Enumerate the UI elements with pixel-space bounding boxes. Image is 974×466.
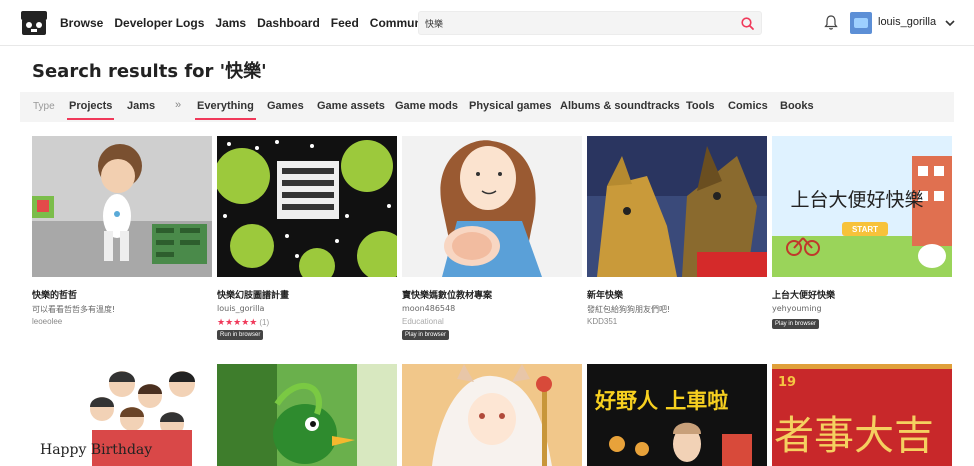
game-thumbnail[interactable]: Happy Birthday — [32, 364, 212, 466]
play-in-browser-badge: Play in browser — [772, 319, 820, 329]
tab-comics[interactable]: Comics — [728, 100, 768, 112]
game-author[interactable]: yehyouming — [772, 304, 822, 313]
game-genre: Educational — [402, 317, 444, 326]
thumbnail-number: 19 — [778, 375, 796, 390]
start-label: START — [852, 225, 878, 234]
rating-count: (1) — [259, 318, 270, 327]
game-title[interactable]: 快樂幻肢圖譜計畫 — [217, 288, 289, 301]
game-title[interactable]: 快樂的哲哲 — [32, 288, 77, 301]
thumbnail-caption: Happy Birthday — [40, 442, 152, 458]
tab-tools[interactable]: Tools — [686, 100, 715, 112]
game-thumbnail[interactable]: 好野人 上車啦 — [587, 364, 767, 466]
tab-projects[interactable]: Projects — [66, 100, 115, 120]
filter-separator: » — [175, 99, 182, 111]
game-thumbnail[interactable]: 19 者事大吉 — [772, 364, 952, 466]
search-box — [418, 11, 762, 35]
game-title[interactable]: 上台大便好快樂 — [772, 288, 835, 301]
game-author[interactable]: KDD351 — [587, 317, 617, 326]
nav-jams[interactable]: Jams — [215, 16, 246, 30]
username-label[interactable]: louis_gorilla — [878, 16, 936, 28]
nav-developer-logs[interactable]: Developer Logs — [114, 16, 204, 30]
nav-dashboard[interactable]: Dashboard — [257, 16, 320, 30]
search-input[interactable] — [425, 15, 725, 31]
type-label: Type — [33, 101, 55, 112]
avatar[interactable] — [850, 12, 872, 34]
game-thumbnail[interactable] — [32, 136, 212, 277]
game-thumbnail[interactable] — [402, 136, 582, 277]
game-thumbnail[interactable] — [402, 364, 582, 466]
search-icon[interactable] — [740, 16, 755, 31]
game-thumbnail[interactable] — [217, 136, 397, 277]
main-nav: Browse Developer Logs Jams Dashboard Fee… — [60, 0, 447, 46]
notification-bell-icon[interactable] — [823, 14, 839, 31]
tab-albums-soundtracks[interactable]: Albums & soundtracks — [560, 100, 680, 112]
game-description: 可以看看哲哲多有溫度! — [32, 305, 116, 314]
game-author[interactable]: louis_gorilla — [217, 304, 264, 313]
nav-browse[interactable]: Browse — [60, 16, 103, 30]
tab-game-assets[interactable]: Game assets — [317, 100, 385, 112]
tab-game-mods[interactable]: Game mods — [395, 100, 458, 112]
game-thumbnail[interactable] — [217, 364, 397, 466]
game-author[interactable]: leoeolee — [32, 317, 62, 326]
tab-everything[interactable]: Everything — [195, 100, 256, 120]
tab-physical-games[interactable]: Physical games — [469, 100, 552, 112]
page-title: Search results for '快樂' — [32, 61, 267, 82]
chevron-down-icon[interactable] — [944, 17, 956, 29]
thumbnail-caption: 好野人 上車啦 — [594, 389, 728, 413]
game-description: 發紅包給狗狗朋友們吧! — [587, 305, 671, 314]
run-in-browser-badge: Run in browser — [217, 330, 264, 340]
itchio-logo-icon[interactable] — [20, 10, 48, 36]
tab-games[interactable]: Games — [267, 100, 304, 112]
thumbnail-caption: 者事大吉 — [774, 413, 934, 459]
filter-bar: Type Projects Jams » Everything Games Ga… — [20, 92, 954, 122]
tab-books[interactable]: Books — [780, 100, 814, 112]
tab-jams[interactable]: Jams — [127, 100, 155, 112]
thumbnail-title-text: 上台大便好快樂 — [790, 189, 923, 211]
nav-feed[interactable]: Feed — [331, 16, 359, 30]
play-in-browser-badge: Play in browser — [402, 330, 450, 340]
rating-stars: ★★★★★ (1) — [217, 317, 270, 327]
game-thumbnail[interactable]: START 上台大便好快樂 — [772, 136, 952, 277]
game-title[interactable]: 新年快樂 — [587, 288, 623, 301]
top-header: Browse Developer Logs Jams Dashboard Fee… — [0, 0, 974, 46]
game-author[interactable]: moon486548 — [402, 304, 455, 313]
game-title[interactable]: 寶快樂媽數位教材專案 — [402, 288, 492, 301]
game-thumbnail[interactable] — [587, 136, 767, 277]
